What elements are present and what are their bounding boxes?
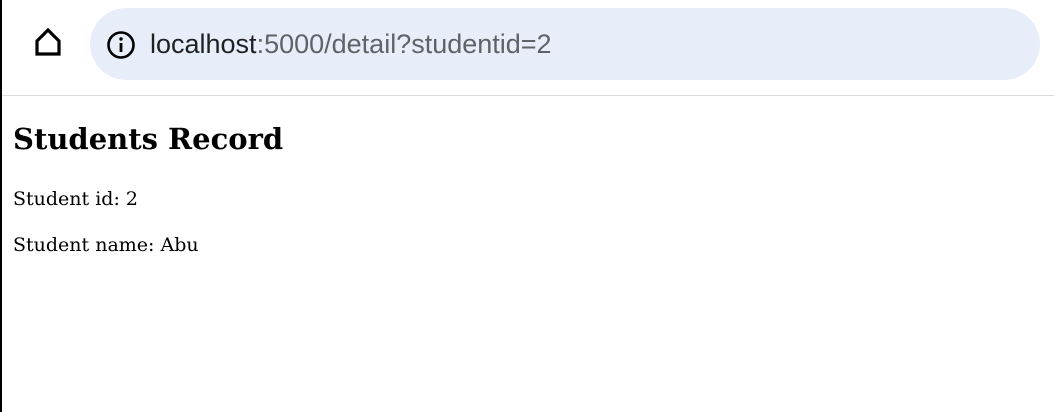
student-name-label: Student name: [13,234,155,256]
browser-toolbar: localhost:5000/detail?studentid=2 [0,0,1054,96]
student-id-line: Student id: 2 [13,188,138,210]
student-id-value: 2 [125,188,138,210]
url-path: :5000/detail?studentid=2 [256,29,552,59]
info-icon[interactable] [106,30,136,60]
window-left-edge [0,0,2,412]
page-title: Students Record [13,122,284,156]
browser-viewport: localhost:5000/detail?studentid=2 Studen… [0,0,1054,412]
home-button[interactable] [26,22,70,66]
home-icon [31,25,65,64]
student-id-label: Student id: [13,188,120,210]
url-host: localhost [150,29,257,59]
url-text[interactable]: localhost:5000/detail?studentid=2 [150,8,552,80]
student-name-line: Student name: Abu [13,234,199,256]
address-bar[interactable]: localhost:5000/detail?studentid=2 [90,8,1040,80]
student-name-value: Abu [160,234,199,256]
